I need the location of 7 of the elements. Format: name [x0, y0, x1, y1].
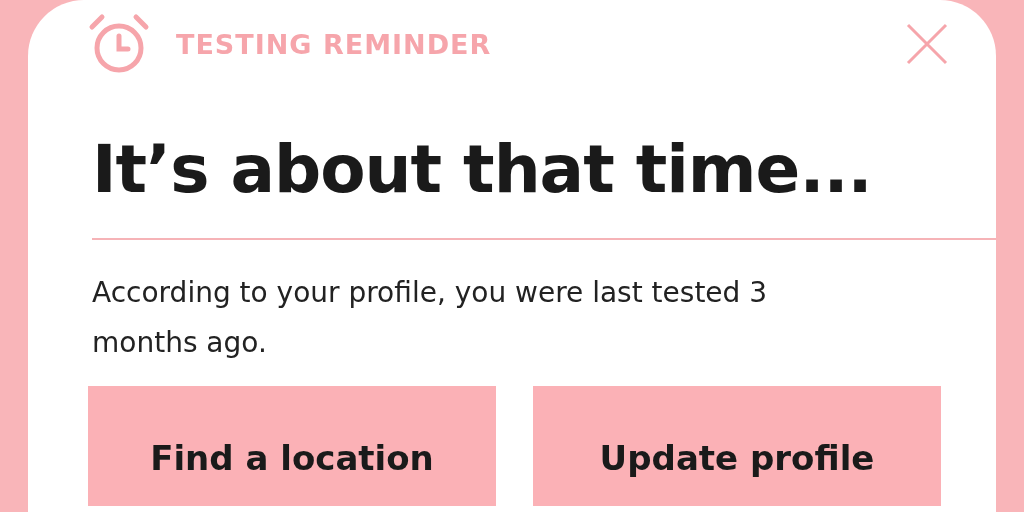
heading: It’s about that time... [92, 132, 873, 208]
message: According to your profile, you were last tested 3 months ago. [92, 275, 769, 361]
reminder-label: TESTING REMINDER [176, 28, 493, 60]
alarm-clock-icon [88, 13, 150, 75]
find-location-button[interactable]: Find a location [88, 386, 496, 506]
close-icon[interactable] [906, 23, 948, 65]
update-profile-button[interactable]: Update profile [533, 386, 941, 506]
